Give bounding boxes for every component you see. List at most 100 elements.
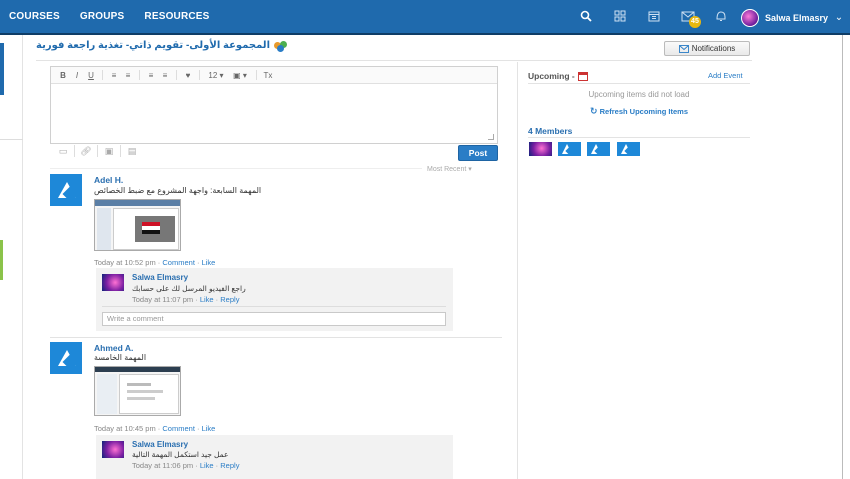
toolbar-separator [102, 70, 103, 80]
avatar[interactable] [102, 274, 124, 291]
member-avatar[interactable] [617, 142, 640, 156]
write-comment-input[interactable]: Write a comment [102, 312, 446, 326]
resize-handle[interactable] [488, 134, 494, 140]
comment-time: Today at 11:06 pm [132, 461, 194, 470]
page-title: المجموعة الأولى- تقويم ذاتي- تغذية راجعة… [36, 40, 336, 52]
attach-file-icon[interactable]: ▭ [56, 146, 70, 157]
user-name[interactable]: Salwa Elmasry [765, 13, 828, 23]
toolbar-separator [199, 70, 200, 80]
spellcheck-button[interactable]: ♥ [182, 71, 194, 80]
reply-link[interactable]: Reply [220, 461, 239, 470]
comment-meta: Today at 11:07 pm · Like · Reply [132, 295, 240, 304]
calendar-icon[interactable] [637, 10, 671, 25]
search-icon[interactable] [569, 10, 603, 25]
page-title-text: المجموعة الأولى- تقويم ذاتي- تغذية راجعة… [36, 40, 270, 51]
comment-author[interactable]: Salwa Elmasry [132, 440, 188, 449]
post-author[interactable]: Adel H. [94, 175, 123, 185]
rail-accent [0, 43, 4, 95]
numbered-list-button[interactable]: ≡ [122, 71, 134, 80]
upcoming-heading: Upcoming - [528, 71, 588, 81]
member-avatar[interactable] [529, 142, 552, 156]
clear-format-button[interactable]: Tx [262, 71, 274, 80]
notifications-button[interactable]: Notifications [664, 41, 750, 56]
attach-row: ▭ 🔗︎ ▣ ▤ [56, 145, 139, 157]
post-attachment-thumbnail[interactable] [94, 199, 181, 251]
outdent-button[interactable]: ≡ [159, 71, 171, 80]
comment-box: Salwa Elmasry عمل جيد استكمل المهمة التا… [96, 435, 453, 479]
indent-button[interactable]: ≡ [145, 71, 157, 80]
dashboard-icon[interactable] [603, 10, 637, 25]
calendar-icon [577, 71, 588, 81]
top-navigation-bar: COURSES GROUPS RESOURCES 45 Salwa Elmasr… [0, 0, 850, 35]
comment-meta: Today at 11:06 pm · Like · Reply [132, 461, 240, 470]
post-text: المهمة الخامسة [94, 353, 147, 362]
post-attachment-thumbnail[interactable] [94, 366, 181, 416]
bold-button[interactable]: B [57, 71, 69, 80]
image-icon[interactable]: ▣ [102, 146, 116, 157]
post-button[interactable]: Post [458, 145, 498, 161]
group-icon [274, 40, 287, 52]
upcoming-divider [528, 83, 750, 84]
sort-divider [50, 168, 422, 169]
editor-toolbar: B I U ≡ ≡ ≡ ≡ ♥ 12 ▾ ▣ ▾ Tx [51, 67, 497, 84]
like-link[interactable]: Like [202, 424, 216, 433]
help-icon[interactable] [705, 10, 737, 25]
post-text: المهمة السابعة: واجهة المشروع مع ضبط الخ… [94, 186, 262, 195]
avatar[interactable] [50, 342, 82, 374]
toolbar-separator [139, 70, 140, 80]
upcoming-label: Upcoming - [528, 71, 575, 81]
comment-link[interactable]: Comment [162, 424, 195, 433]
post-editor[interactable]: B I U ≡ ≡ ≡ ≡ ♥ 12 ▾ ▣ ▾ Tx [50, 66, 498, 144]
italic-button[interactable]: I [71, 71, 83, 80]
comment-link[interactable]: Comment [162, 258, 195, 267]
sort-select[interactable]: Most Recent ▾ [427, 165, 472, 173]
post-author[interactable]: Ahmed A. [94, 343, 133, 353]
add-event-link[interactable]: Add Event [708, 71, 743, 80]
notifications-label: Notifications [691, 44, 736, 53]
reply-link[interactable]: Reply [220, 295, 239, 304]
nav-groups[interactable]: GROUPS [80, 11, 125, 22]
avatar[interactable] [50, 174, 82, 206]
font-size-select[interactable]: 12 ▾ [205, 71, 227, 80]
nav-resources[interactable]: RESOURCES [144, 11, 209, 22]
nav-courses[interactable]: COURSES [9, 11, 60, 22]
like-link[interactable]: Like [202, 258, 216, 267]
comment-text: راجع الفيديو المرسل لك على حسابك [132, 284, 246, 293]
media-icon[interactable]: ▤ [125, 146, 139, 157]
comment-box: Salwa Elmasry راجع الفيديو المرسل لك على… [96, 268, 453, 331]
members-divider [528, 137, 750, 138]
members-heading: 4 Members [528, 126, 573, 136]
member-avatar[interactable] [587, 142, 610, 156]
format-select[interactable]: ▣ ▾ [229, 71, 251, 80]
attach-separator [74, 145, 75, 157]
envelope-icon [678, 44, 689, 53]
like-link[interactable]: Like [200, 461, 214, 470]
toolbar-separator [176, 70, 177, 80]
post-meta: Today at 10:45 pm · Comment · Like [94, 424, 216, 433]
refresh-upcoming-link[interactable]: ↻ Refresh Upcoming Items [528, 106, 750, 117]
right-frame [842, 35, 850, 479]
title-divider [36, 60, 752, 61]
comment-author[interactable]: Salwa Elmasry [132, 273, 188, 282]
user-avatar[interactable] [740, 8, 759, 27]
left-rail [0, 35, 23, 479]
post-meta: Today at 10:52 pm · Comment · Like [94, 258, 216, 267]
avatar[interactable] [102, 441, 124, 458]
post-time: Today at 10:52 pm [94, 258, 156, 267]
attach-separator [120, 145, 121, 157]
comment-divider [102, 306, 446, 307]
post-divider [50, 337, 502, 338]
attach-separator [97, 145, 98, 157]
main-nav: COURSES GROUPS RESOURCES [0, 11, 230, 22]
comment-time: Today at 11:07 pm [132, 295, 194, 304]
upcoming-status: Upcoming items did not load [588, 90, 690, 99]
chevron-down-icon[interactable]: ⌄ [828, 12, 850, 23]
link-icon[interactable]: 🔗︎ [79, 146, 93, 157]
refresh-icon: ↻ [590, 106, 598, 116]
like-link[interactable]: Like [200, 295, 214, 304]
underline-button[interactable]: U [85, 71, 97, 80]
column-divider [517, 62, 518, 479]
member-avatar[interactable] [558, 142, 581, 156]
inbox-icon[interactable]: 45 [671, 10, 705, 28]
bullet-list-button[interactable]: ≡ [108, 71, 120, 80]
